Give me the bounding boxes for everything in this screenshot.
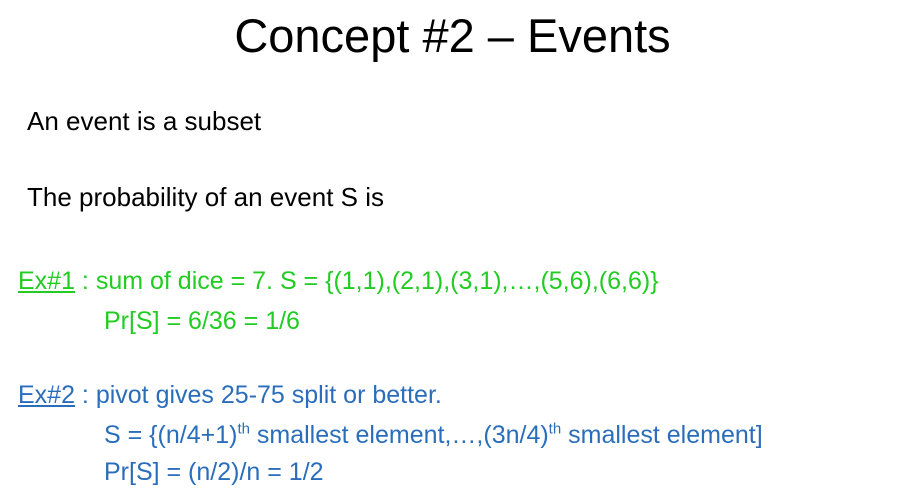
probability-definition: The probability of an event S is [27, 182, 384, 212]
example-2: Ex#2 : pivot gives 25-75 split or better… [18, 380, 442, 410]
slide-title: Concept #2 – Events [234, 9, 671, 62]
example-1: Ex#1 : sum of dice = 7. S = {(1,1),(2,1)… [18, 266, 659, 296]
example-2-sup2: th [548, 420, 562, 438]
example-2-event: S = {(n/4+1)th smallest element,…,(3n/4)… [104, 420, 763, 450]
example-2-label: Ex#2 [18, 381, 75, 409]
event-definition: An event is a subset [27, 106, 262, 136]
example-2-sup1: th [237, 420, 250, 438]
example-2-event-part3: smallest element] [561, 421, 763, 449]
example-2-probability: Pr[S] = (n/2)/n = 1/2 [104, 458, 324, 486]
example-2-event-part1: S = {(n/4+1) [104, 421, 238, 449]
example-1-label: Ex#1 [18, 267, 75, 295]
example-2-event-part2: smallest element,…,(3n/4) [249, 421, 549, 449]
example-1-probability: Pr[S] = 6/36 = 1/6 [104, 307, 300, 335]
example-2-text: : pivot gives 25-75 split or better. [74, 381, 442, 409]
slide: Concept #2 – Events An event is a subset… [0, 0, 905, 496]
example-1-text: : sum of dice = 7. S = {(1,1),(2,1),(3,1… [74, 267, 659, 295]
